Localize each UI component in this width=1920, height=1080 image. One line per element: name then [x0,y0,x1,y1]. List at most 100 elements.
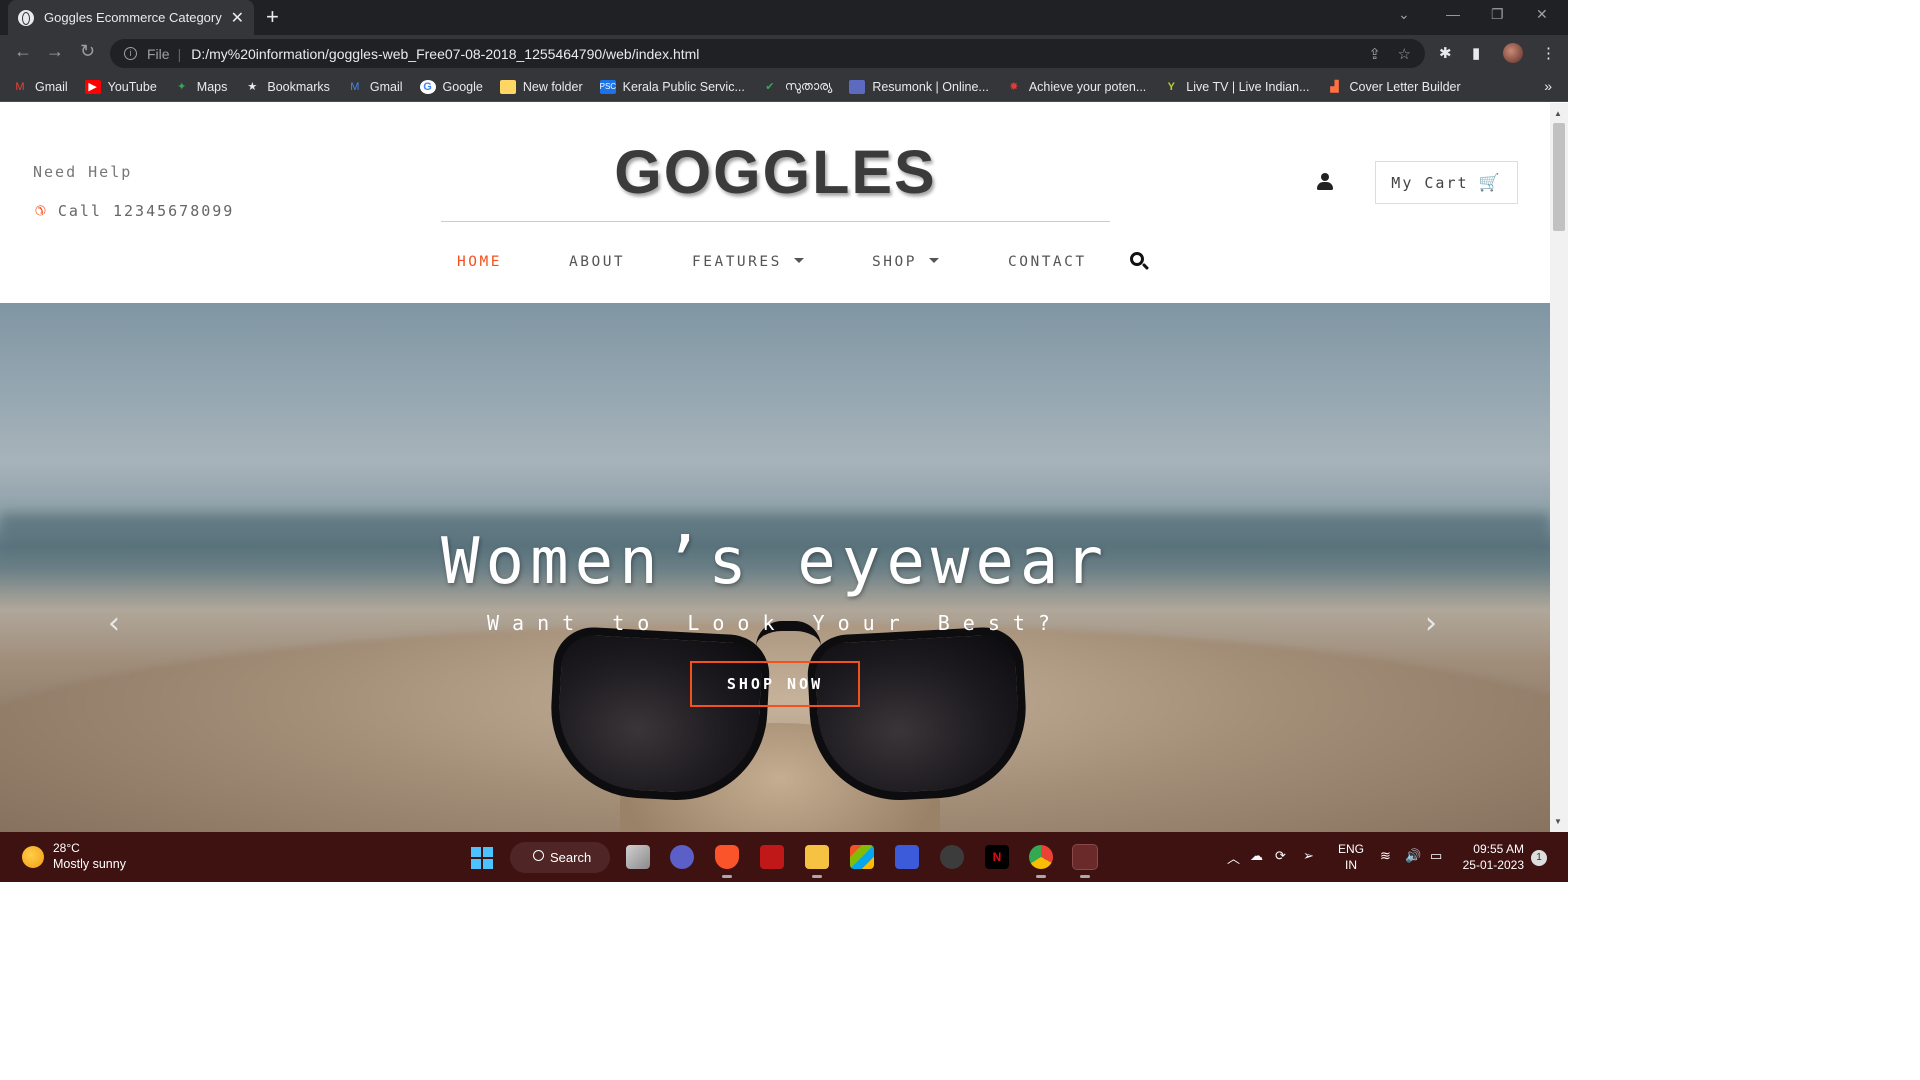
bookmark-kerala-psc[interactable]: PSC Kerala Public Servic... [599,79,745,94]
bookmark-label: Gmail [35,79,68,94]
bookmark-gmail-2[interactable]: M Gmail [347,80,402,94]
bookmark-star-icon[interactable]: ☆ [1398,45,1411,63]
bookmark-label: YouTube [107,79,157,94]
vscode-icon[interactable] [895,845,919,869]
web-page: Need Help ✆ Call 12345678099 GOGGLES My … [0,103,1550,832]
gmail-icon: M [350,80,360,93]
bookmark-youtube[interactable]: ▶ YouTube [84,79,157,94]
google-icon: G [419,79,436,94]
new-tab-button[interactable]: + [266,4,279,30]
bookmark-resumonk[interactable]: Resumonk | Online... [849,79,989,94]
bookmark-bookmarks[interactable]: ★ Bookmarks [244,80,329,94]
tab-close-icon[interactable]: ✕ [231,8,244,28]
chrome-icon[interactable] [1029,845,1053,878]
mcafee-icon[interactable] [760,845,784,869]
reload-icon[interactable]: ↻ [80,41,95,62]
back-icon[interactable]: ← [14,41,32,62]
bookmark-achieve[interactable]: ✸ Achieve your poten... [1006,80,1146,94]
need-help-label: Need Help [33,163,133,181]
tab-search-icon[interactable]: ⌄ [1398,6,1410,23]
livetv-icon: Y [1167,80,1175,93]
browser-toolbar: ← → ↻ i File | D:/my%20information/goggl… [0,35,1568,72]
bookmark-gmail[interactable]: M Gmail [12,79,68,94]
forward-icon[interactable]: → [46,41,64,62]
location-icon[interactable]: ➢ [1303,848,1314,864]
notification-badge[interactable]: 1 [1531,850,1547,866]
phone-icon: ✆ [33,200,46,221]
meet-icon[interactable] [670,845,694,869]
scroll-down-icon[interactable]: ▼ [1554,817,1562,826]
user-account-icon[interactable] [1316,173,1334,191]
menu-kebab-icon[interactable]: ⋮ [1541,44,1556,62]
taskbar-search-label: Search [550,850,592,865]
weather-description: Mostly sunny [53,857,126,871]
sync-icon[interactable]: ⟳ [1275,848,1286,864]
battery-icon[interactable]: ▭ [1430,848,1442,864]
bookmark-label: Achieve your poten... [1028,79,1147,94]
url-text[interactable]: D:/my%20information/goggles-web_Free07-0… [191,46,699,62]
maps-icon: ✦ [177,80,187,93]
browser-titlebar: Goggles Ecommerce Category Bo ✕ + ⌄ — ❐ … [0,0,1568,35]
scroll-up-icon[interactable]: ▲ [1554,109,1562,118]
slider-prev-icon[interactable]: ‹ [108,606,120,641]
share-icon[interactable]: ⇪ [1368,45,1381,63]
menu-home[interactable]: HOME [457,254,502,270]
browser-tab[interactable]: Goggles Ecommerce Category Bo ✕ [8,0,254,35]
bookmarks-bar: M Gmail ▶ YouTube ✦ Maps ★ Bookmarks M Gmail … [0,72,1568,102]
bookmark-label: സുതാര്യ [784,79,833,93]
profile-avatar[interactable] [1503,43,1523,63]
volume-icon[interactable]: 🔊 [1405,848,1421,864]
bookmarks-overflow-icon[interactable]: » [1544,78,1552,94]
taskbar-search[interactable]: Search [510,842,610,873]
slider-next-icon[interactable]: › [1425,606,1437,641]
page-scrollbar[interactable]: ▲ ▼ [1550,103,1568,832]
scrollbar-thumb[interactable] [1553,123,1565,231]
logo-divider [441,221,1110,222]
call-number: Call 12345678099 [57,201,235,220]
info-icon[interactable]: i [124,47,137,60]
wifi-icon[interactable]: ≋ [1380,848,1391,864]
system-clock[interactable]: 09:55 AM 25-01-2023 [1460,841,1524,873]
bookmark-cover-letter[interactable]: ▟ Cover Letter Builder [1327,80,1460,94]
bookmark-google[interactable]: G Google [419,79,483,94]
bookmark-label: Google [442,79,483,94]
my-cart-button[interactable]: My Cart 🛒 [1375,161,1518,204]
task-view-icon[interactable] [626,845,650,869]
bookmark-maps[interactable]: ✦ Maps [174,80,227,94]
menu-contact[interactable]: CONTACT [1008,254,1087,270]
youtube-icon: ▶ [84,79,101,94]
menu-shop[interactable]: SHOP [872,254,939,270]
extensions-icon[interactable]: ✱ [1439,44,1452,62]
bookmark-label: Live TV | Live Indian... [1186,79,1310,94]
file-explorer-icon[interactable] [805,845,829,878]
language-primary: ENG [1338,842,1365,856]
site-logo[interactable]: GOGGLES [441,137,1110,207]
menu-features[interactable]: FEATURES [692,254,804,270]
chevron-down-icon [793,257,804,263]
brave-icon[interactable] [715,845,739,878]
windows-start-icon[interactable] [471,847,493,869]
store-icon[interactable] [850,845,874,869]
unity-icon[interactable] [940,845,964,869]
bookmark-new-folder[interactable]: New folder [499,79,583,94]
bookmark-label: Resumonk | Online... [872,79,989,94]
bookmark-live-tv[interactable]: Y Live TV | Live Indian... [1163,79,1310,94]
shop-now-button[interactable]: SHOP NOW [690,661,860,707]
bookmark-sutharya[interactable]: ✔ സുതാര്യ [762,79,832,94]
psc-icon: PSC [599,79,616,94]
side-panel-icon[interactable]: ▮ [1472,44,1480,62]
search-icon[interactable] [1130,252,1150,272]
restore-icon[interactable]: ❐ [1491,6,1504,23]
onedrive-icon[interactable]: ☁ [1250,848,1263,864]
minimize-icon[interactable]: — [1446,6,1460,22]
menu-about[interactable]: ABOUT [569,254,625,270]
snipping-tool-icon[interactable] [1072,844,1098,878]
call-contact[interactable]: ✆ Call 12345678099 [33,200,234,221]
window-close-icon[interactable]: ✕ [1536,6,1548,23]
address-bar[interactable]: i File | D:/my%20information/goggles-web… [110,39,1425,68]
tray-overflow-icon[interactable]: ︿ [1227,848,1240,867]
netflix-icon[interactable]: N [985,845,1009,869]
weather-widget[interactable]: 28°C Mostly sunny [22,841,126,872]
language-indicator[interactable]: ENG IN [1338,841,1364,873]
weather-temperature: 28°C [53,841,80,855]
